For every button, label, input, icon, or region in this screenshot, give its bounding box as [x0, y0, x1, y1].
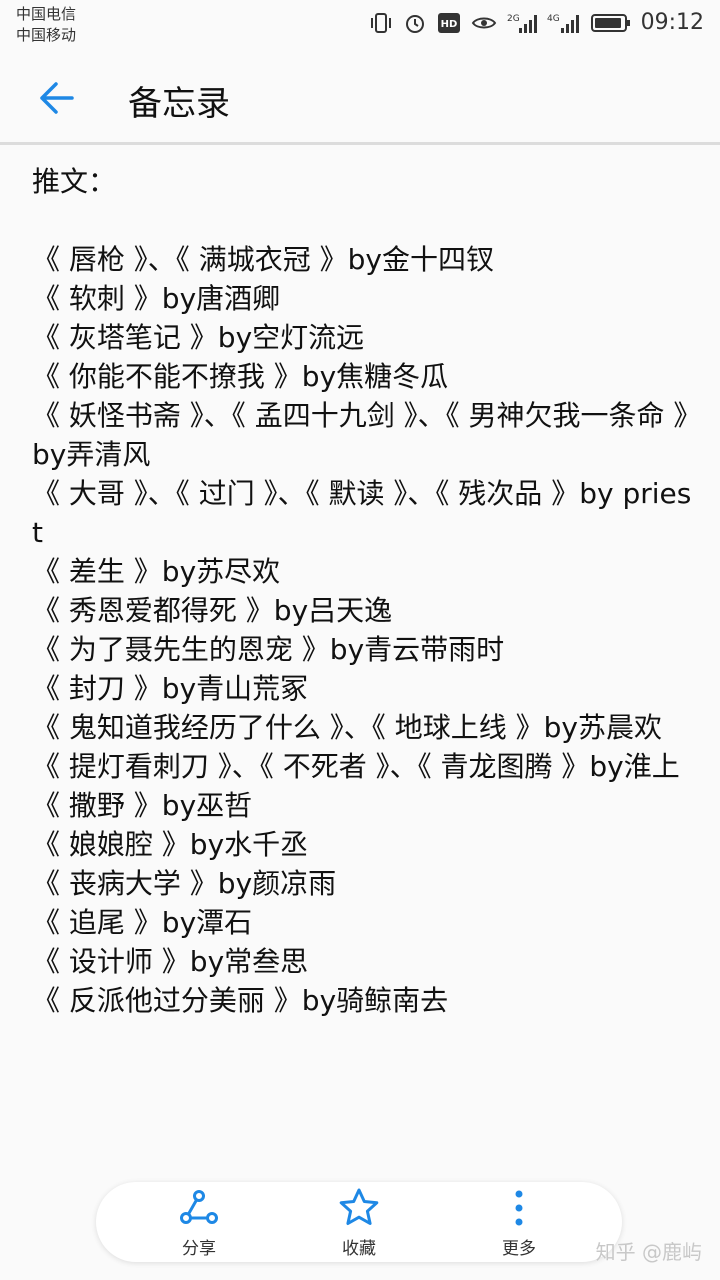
note-line: 《 娘娘腔 》by水千丞 [32, 828, 309, 861]
share-icon [180, 1190, 218, 1224]
more-label: 更多 [502, 1239, 536, 1259]
share-button[interactable]: 分享 [154, 1186, 244, 1259]
status-icons: HD 2G 4G 09:12 [369, 10, 704, 35]
network-1-label: 2G [507, 14, 520, 24]
star-icon [339, 1188, 379, 1225]
note-line: 《 灰塔笔记 》by空灯流远 [32, 321, 365, 354]
note-line: 《 秀恩爱都得死 》by吕天逸 [32, 594, 393, 627]
note-line: 《 丧病大学 》by颜凉雨 [32, 867, 337, 900]
note-line: 《 设计师 》by常叁思 [32, 945, 309, 978]
note-line: 《 提灯看刺刀 》、《 不死者 》、《 青龙图腾 》by淮上 [32, 750, 680, 783]
share-label: 分享 [182, 1239, 216, 1259]
note-line: 《 反派他过分美丽 》by骑鲸南去 [32, 984, 449, 1017]
note-line: 《 大哥 》、《 过门 》、《 默读 》、《 残次品 》by priest [32, 477, 692, 549]
svg-text:HD: HD [440, 19, 457, 30]
back-button[interactable] [34, 78, 78, 118]
hd-icon: HD [437, 12, 461, 34]
watermark: 知乎 @鹿屿 [595, 1240, 702, 1264]
note-line: 《 软刺 》by唐酒卿 [32, 282, 281, 315]
status-bar: 中国电信 中国移动 HD 2G 4G 09:12 [0, 0, 720, 50]
note-content[interactable]: 推文： 《 唇枪 》、《 满城衣冠 》by金十四钗 《 软刺 》by唐酒卿 《 … [32, 162, 692, 1020]
favorite-button[interactable]: 收藏 [314, 1186, 404, 1259]
vibrate-icon [369, 12, 393, 34]
more-vertical-icon [515, 1190, 523, 1226]
note-line: 《 你能不能不撩我 》by焦糖冬瓜 [32, 360, 449, 393]
carrier-1: 中国电信 [16, 5, 77, 23]
note-line: 《 追尾 》by潭石 [32, 906, 253, 939]
note-line: 《 差生 》by苏尽欢 [32, 555, 281, 588]
page-title: 备忘录 [128, 84, 230, 124]
carrier-2: 中国移动 [16, 26, 77, 44]
note-line: 《 鬼知道我经历了什么 》、《 地球上线 》by苏晨欢 [32, 711, 662, 744]
app-bar: 备忘录 [0, 50, 720, 145]
note-line: 《 唇枪 》、《 满城衣冠 》by金十四钗 [32, 243, 494, 276]
note-line: 《 为了聂先生的恩宠 》by青云带雨时 [32, 633, 505, 666]
signal-2g-icon: 2G [507, 12, 537, 34]
carrier-info: 中国电信 中国移动 [16, 4, 76, 46]
note-line: 《 封刀 》by青山荒冢 [32, 672, 309, 705]
bottom-action-bar: 分享 收藏 更多 [96, 1182, 622, 1262]
note-line: 《 妖怪书斋 》、《 孟四十九剑 》、《 男神欠我一条命 》by弄清风 [32, 399, 688, 471]
note-heading: 推文： [32, 165, 117, 198]
more-button[interactable]: 更多 [474, 1186, 564, 1259]
favorite-label: 收藏 [342, 1239, 376, 1259]
back-arrow-icon [40, 82, 74, 114]
alarm-icon [403, 12, 427, 34]
battery-icon [590, 12, 631, 34]
eye-icon [471, 12, 497, 34]
clock-time: 09:12 [640, 10, 704, 35]
signal-4g-icon: 4G [547, 12, 581, 34]
note-line: 《 撒野 》by巫哲 [32, 789, 253, 822]
network-2-label: 4G [547, 14, 560, 24]
